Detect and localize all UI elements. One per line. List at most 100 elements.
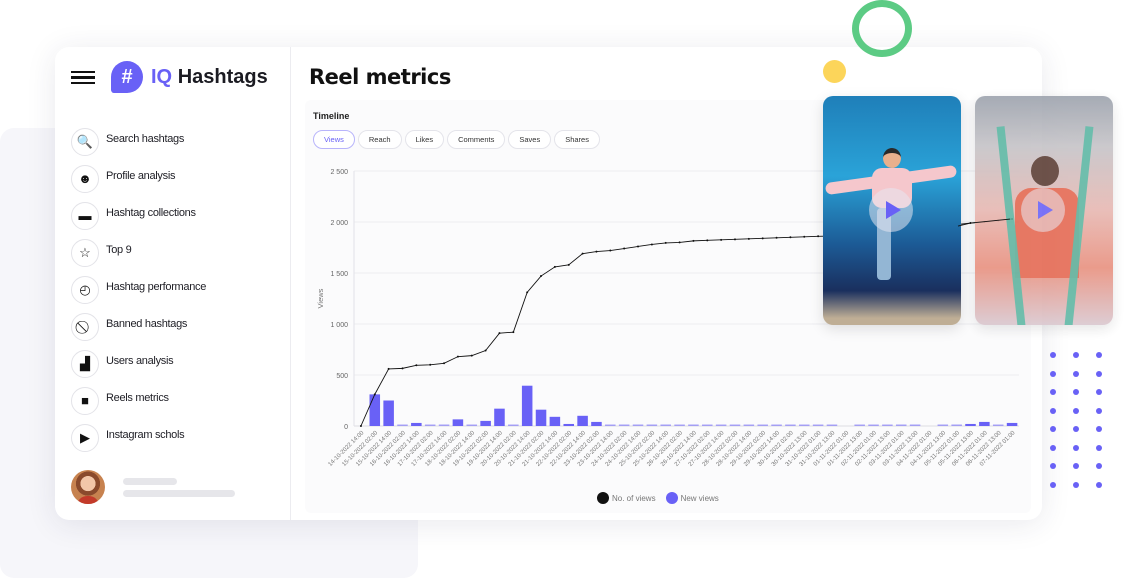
chart-legend: No. of views New views bbox=[597, 492, 729, 504]
bar-new-views bbox=[494, 408, 505, 426]
sidebar-item-search-hashtags[interactable]: 🔍 Search hashtags bbox=[71, 123, 206, 160]
reel-thumbnail-1[interactable] bbox=[823, 96, 961, 325]
decorative-dot bbox=[1073, 444, 1079, 451]
play-message-icon: ▶ bbox=[71, 423, 99, 452]
line-point bbox=[803, 235, 806, 238]
sidebar-item-banned-hashtags[interactable]: ⃠ Banned hashtags bbox=[71, 308, 206, 345]
bar-new-views bbox=[882, 424, 893, 426]
line-point bbox=[401, 367, 404, 370]
bar-new-views bbox=[646, 424, 658, 426]
tab-shares[interactable]: Shares bbox=[554, 130, 600, 149]
bar-new-views bbox=[979, 421, 990, 426]
bar-new-views bbox=[757, 424, 768, 426]
legend-item-new-views[interactable]: New views bbox=[665, 492, 719, 504]
line-point bbox=[720, 238, 723, 241]
decorative-dot bbox=[1073, 389, 1079, 395]
sidebar-item-users-analysis[interactable]: ▟ Users analysis bbox=[71, 345, 206, 382]
play-button[interactable] bbox=[1021, 188, 1065, 232]
y-tick-label: 0 bbox=[344, 424, 348, 431]
decorative-dot bbox=[1096, 463, 1102, 469]
timeline-title: Timeline bbox=[313, 111, 350, 121]
bar-new-views bbox=[438, 424, 450, 426]
bar-chart-icon: ▟ bbox=[71, 349, 99, 378]
line-point bbox=[733, 238, 736, 241]
line-point bbox=[595, 250, 598, 253]
sidebar-item-top-9[interactable]: ☆ Top 9 bbox=[71, 234, 206, 271]
legend-marker-new bbox=[665, 492, 678, 504]
brand-prefix: IQ bbox=[151, 65, 173, 88]
bar-new-views bbox=[798, 424, 810, 426]
bar-new-views bbox=[660, 424, 671, 426]
sidebar-item-reels-metrics[interactable]: ■ Reels metrics bbox=[71, 382, 206, 419]
menu-icon[interactable] bbox=[71, 71, 95, 85]
line-point bbox=[443, 362, 446, 365]
bar-new-views bbox=[480, 420, 491, 426]
user-name-placeholder bbox=[123, 477, 177, 485]
line-point bbox=[373, 393, 376, 396]
sidebar-item-profile-analysis[interactable]: ☻ Profile analysis bbox=[71, 160, 206, 197]
decorative-dot bbox=[1096, 389, 1102, 395]
line-point bbox=[678, 241, 681, 244]
user-email-placeholder bbox=[123, 489, 235, 497]
line-point bbox=[581, 252, 584, 255]
avatar[interactable] bbox=[71, 470, 105, 504]
legend-item-total-views[interactable]: No. of views bbox=[597, 492, 656, 504]
ban-icon: ⃠ bbox=[71, 312, 99, 341]
decorative-dot bbox=[1073, 426, 1079, 432]
decorative-dot bbox=[1096, 444, 1102, 451]
decorative-dot bbox=[1073, 352, 1079, 358]
logo[interactable]: # IQ Hashtags bbox=[111, 61, 268, 93]
y-tick-label: 2 500 bbox=[330, 169, 348, 176]
bar-new-views bbox=[369, 394, 381, 426]
video-camera-icon: ■ bbox=[71, 386, 99, 415]
decorative-dot bbox=[1096, 407, 1102, 414]
play-button[interactable] bbox=[869, 188, 913, 232]
bar-new-views bbox=[605, 424, 616, 426]
decorative-dot bbox=[1073, 370, 1079, 377]
bar-new-views bbox=[812, 424, 824, 426]
bar-new-views bbox=[895, 424, 907, 426]
legend-label-new: New views bbox=[680, 493, 719, 503]
sidebar-item-hashtag-performance[interactable]: ◴ Hashtag performance bbox=[71, 271, 206, 308]
line-point bbox=[692, 239, 695, 242]
legend-marker-total bbox=[597, 492, 609, 504]
tab-reach[interactable]: Reach bbox=[357, 130, 402, 149]
decorative-dot bbox=[1073, 407, 1079, 414]
decorative-dot bbox=[1050, 444, 1056, 451]
bar-new-views bbox=[1006, 422, 1018, 426]
bar-new-views bbox=[466, 424, 478, 426]
brand-suffix: Hashtags bbox=[177, 65, 268, 88]
bar-new-views bbox=[535, 409, 547, 426]
bar-new-views bbox=[729, 424, 741, 426]
bar-new-views bbox=[909, 424, 921, 426]
sidebar-item-label: Instagram schols bbox=[106, 428, 185, 441]
face-icon: ☻ bbox=[71, 164, 99, 193]
bar-new-views bbox=[508, 424, 519, 426]
line-point bbox=[567, 263, 570, 266]
sidebar-item-hashtag-collections[interactable]: ▬ Hashtag collections bbox=[71, 197, 206, 234]
decorative-dot bbox=[1096, 426, 1102, 432]
y-tick-label: 2 000 bbox=[330, 220, 348, 227]
line-point bbox=[761, 237, 764, 240]
y-tick-label: 500 bbox=[336, 373, 348, 380]
bar-new-views bbox=[618, 424, 630, 426]
tab-saves[interactable]: Saves bbox=[508, 130, 552, 149]
bar-new-views bbox=[411, 422, 422, 426]
brand-name: IQ Hashtags bbox=[151, 66, 268, 89]
reel-thumbnail-2[interactable] bbox=[975, 96, 1113, 325]
line-point bbox=[415, 364, 418, 367]
line-point bbox=[429, 363, 432, 366]
decorative-dot bbox=[1050, 407, 1056, 414]
tab-views[interactable]: Views bbox=[313, 130, 355, 149]
sidebar-item-instagram-schols[interactable]: ▶ Instagram schols bbox=[71, 419, 206, 456]
tab-likes[interactable]: Likes bbox=[404, 130, 445, 149]
stage: # IQ Hashtags 🔍 Search hashtags ☻ Profile a… bbox=[0, 0, 1144, 579]
decorative-dot bbox=[1096, 352, 1102, 358]
user-profile[interactable] bbox=[71, 470, 235, 504]
line-point bbox=[512, 331, 515, 334]
tab-comments[interactable]: Comments bbox=[447, 130, 506, 149]
bar-new-views bbox=[591, 421, 602, 426]
page-title: Reel metrics bbox=[309, 65, 451, 89]
decorative-circle bbox=[823, 60, 846, 83]
line-point bbox=[706, 239, 709, 242]
